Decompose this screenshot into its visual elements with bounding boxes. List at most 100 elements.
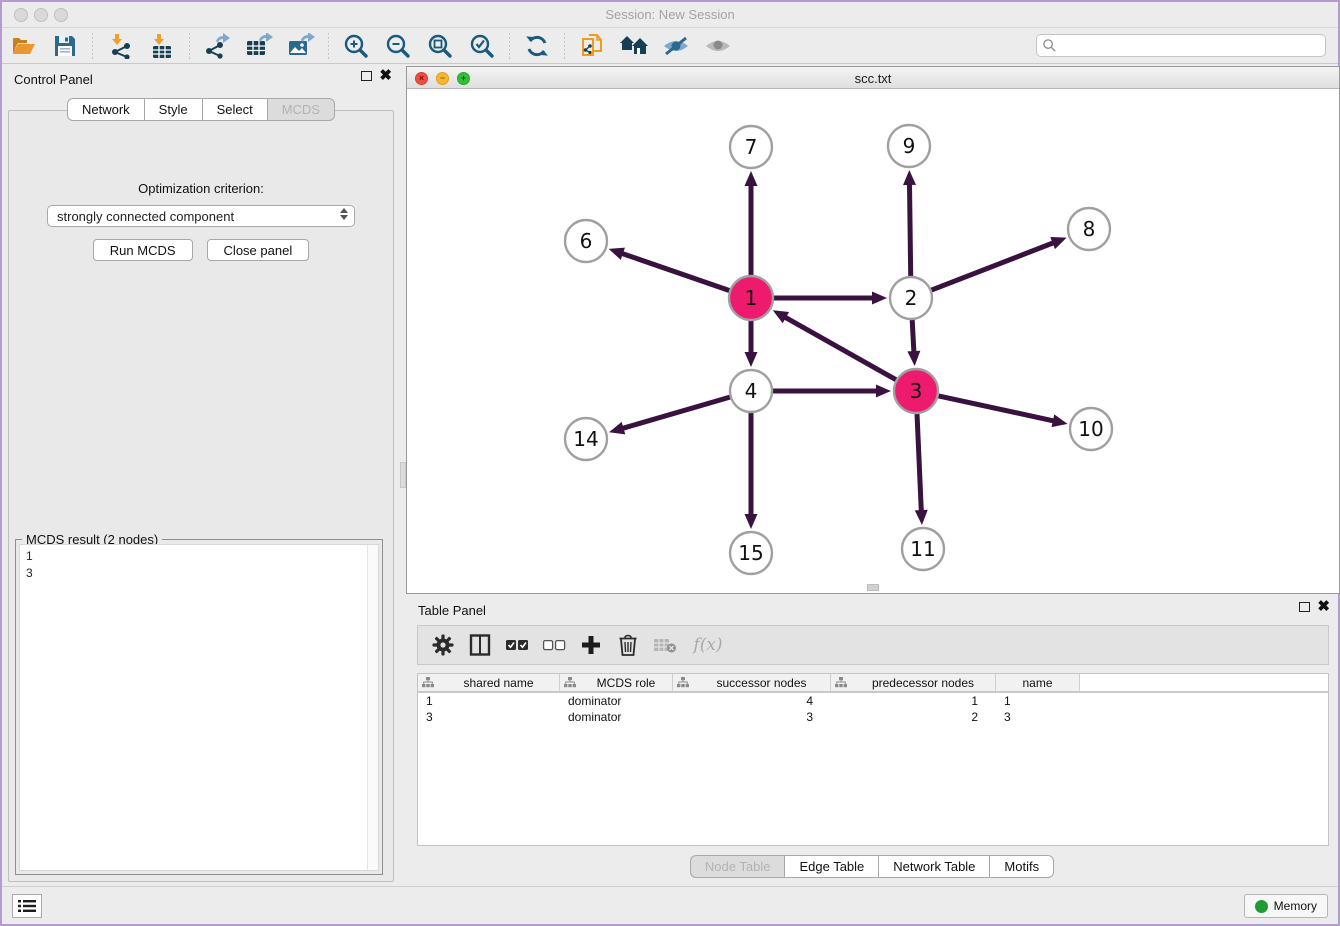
refresh-icon[interactable]: [522, 31, 552, 61]
graph-node-label: 10: [1078, 417, 1103, 441]
table-cell[interactable]: 3: [418, 709, 560, 725]
edge-3-11[interactable]: [917, 414, 921, 512]
criterion-dropdown[interactable]: strongly connected component: [47, 205, 355, 227]
add-column-icon[interactable]: [578, 632, 604, 658]
delete-table-icon[interactable]: [652, 632, 678, 658]
show-details-icon[interactable]: [703, 31, 733, 61]
memory-status-icon: [1255, 900, 1268, 913]
column-header-MCDS-role[interactable]: MCDS role: [560, 674, 673, 691]
home-icon[interactable]: [619, 31, 649, 61]
edge-2-8[interactable]: [932, 242, 1055, 290]
edge-4-14[interactable]: [622, 397, 730, 429]
mcds-result-box: MCDS result (2 nodes) 13: [15, 539, 383, 875]
search-input[interactable]: [1057, 39, 1325, 53]
tab-network[interactable]: Network: [67, 98, 144, 121]
edge-3-1[interactable]: [784, 317, 896, 380]
graph-node-label: 14: [573, 427, 598, 451]
delete-column-icon[interactable]: [615, 632, 641, 658]
graph-node-label: 1: [745, 286, 758, 310]
tab-network-table[interactable]: Network Table: [878, 855, 989, 878]
task-history-button[interactable]: [12, 894, 42, 918]
show-columns-icon[interactable]: [467, 632, 493, 658]
save-session-icon[interactable]: [50, 31, 80, 61]
network-window-title: scc.txt: [407, 71, 1339, 86]
table-cell[interactable]: 1: [996, 693, 1080, 709]
tab-mcds[interactable]: MCDS: [267, 98, 335, 121]
toolbar-separator: [564, 33, 565, 59]
graph-node-label: 11: [910, 537, 935, 561]
mcds-result-list[interactable]: 13: [19, 544, 379, 871]
first-neighbors-icon[interactable]: [577, 31, 607, 61]
zoom-out-icon[interactable]: [383, 31, 413, 61]
import-network-icon[interactable]: [105, 31, 135, 61]
network-canvas[interactable]: 1234678910111415: [407, 89, 1339, 593]
table-cell[interactable]: 3: [996, 709, 1080, 725]
graph-node-label: 8: [1083, 217, 1096, 241]
zoom-fit-icon[interactable]: [425, 31, 455, 61]
edge-arrowhead: [609, 422, 625, 434]
toolbar-separator: [92, 33, 93, 59]
function-builder-icon[interactable]: f(x): [689, 632, 727, 658]
deselect-all-columns-icon[interactable]: [541, 632, 567, 658]
tab-edge-table[interactable]: Edge Table: [784, 855, 878, 878]
edge-arrowhead: [1052, 414, 1068, 427]
float-table-panel-icon[interactable]: [1299, 602, 1310, 612]
export-table-icon[interactable]: [244, 31, 274, 61]
edge-3-10[interactable]: [938, 396, 1054, 421]
tab-style[interactable]: Style: [144, 98, 202, 121]
float-panel-icon[interactable]: [361, 71, 372, 81]
open-session-icon[interactable]: [8, 31, 38, 61]
gear-icon[interactable]: [430, 632, 456, 658]
sort-tree-icon: [422, 677, 434, 688]
table-cell[interactable]: dominator: [560, 693, 673, 709]
memory-button[interactable]: Memory: [1244, 894, 1328, 918]
table-cell[interactable]: 1: [418, 693, 560, 709]
select-all-columns-icon[interactable]: [504, 632, 530, 658]
table-cell[interactable]: 4: [673, 693, 831, 709]
run-mcds-button[interactable]: Run MCDS: [93, 239, 193, 261]
import-table-icon[interactable]: [147, 31, 177, 61]
table-cell[interactable]: 1: [831, 693, 996, 709]
edge-arrowhead: [907, 351, 920, 366]
toolbar-separator: [328, 33, 329, 59]
network-window-titlebar[interactable]: × − + scc.txt: [407, 67, 1339, 89]
table-cell[interactable]: 3: [673, 709, 831, 725]
session-title: Session: New Session: [2, 7, 1338, 22]
tab-motifs[interactable]: Motifs: [989, 855, 1054, 878]
column-header-shared-name[interactable]: shared name: [418, 674, 560, 691]
tab-node-table[interactable]: Node Table: [690, 855, 785, 878]
column-header-predecessor-nodes[interactable]: predecessor nodes: [831, 674, 996, 691]
table-cell[interactable]: 2: [831, 709, 996, 725]
app-titlebar: Session: New Session: [2, 2, 1338, 28]
close-panel-button[interactable]: Close panel: [207, 239, 310, 261]
close-panel-icon[interactable]: ✖: [379, 71, 392, 81]
column-header-successor-nodes[interactable]: successor nodes: [673, 674, 831, 691]
network-graph[interactable]: 1234678910111415: [407, 89, 1339, 593]
mcds-tab-content: Optimization criterion: strongly connect…: [8, 110, 394, 882]
close-table-panel-icon[interactable]: ✖: [1317, 602, 1330, 612]
mcds-result-line: 1: [26, 548, 372, 565]
edge-arrowhead: [745, 352, 758, 367]
table-tabs: Node TableEdge TableNetwork TableMotifs: [406, 855, 1338, 878]
result-scrollbar[interactable]: [367, 545, 378, 870]
tab-select[interactable]: Select: [202, 98, 267, 121]
edge-2-9[interactable]: [909, 183, 910, 276]
table-row[interactable]: 3dominator323: [418, 709, 1328, 725]
toolbar-separator: [189, 33, 190, 59]
edge-1-6[interactable]: [621, 253, 729, 290]
column-header-name[interactable]: name: [996, 674, 1080, 691]
node-table: shared nameMCDS rolesuccessor nodesprede…: [417, 673, 1329, 846]
export-network-icon[interactable]: [202, 31, 232, 61]
hide-details-icon[interactable]: [661, 31, 691, 61]
zoom-selected-icon[interactable]: [467, 31, 497, 61]
table-cell[interactable]: dominator: [560, 709, 673, 725]
mcds-result-line: 3: [26, 565, 372, 582]
export-image-icon[interactable]: [286, 31, 316, 61]
edge-2-3[interactable]: [912, 320, 914, 353]
table-row[interactable]: 1dominator411: [418, 693, 1328, 709]
zoom-in-icon[interactable]: [341, 31, 371, 61]
network-resize-grip[interactable]: [867, 584, 879, 591]
criterion-dropdown-value: strongly connected component: [57, 209, 234, 224]
search-field[interactable]: [1036, 34, 1326, 57]
cytoscape-window: { "titlebar": { "title": "Session: New S…: [0, 0, 1340, 926]
